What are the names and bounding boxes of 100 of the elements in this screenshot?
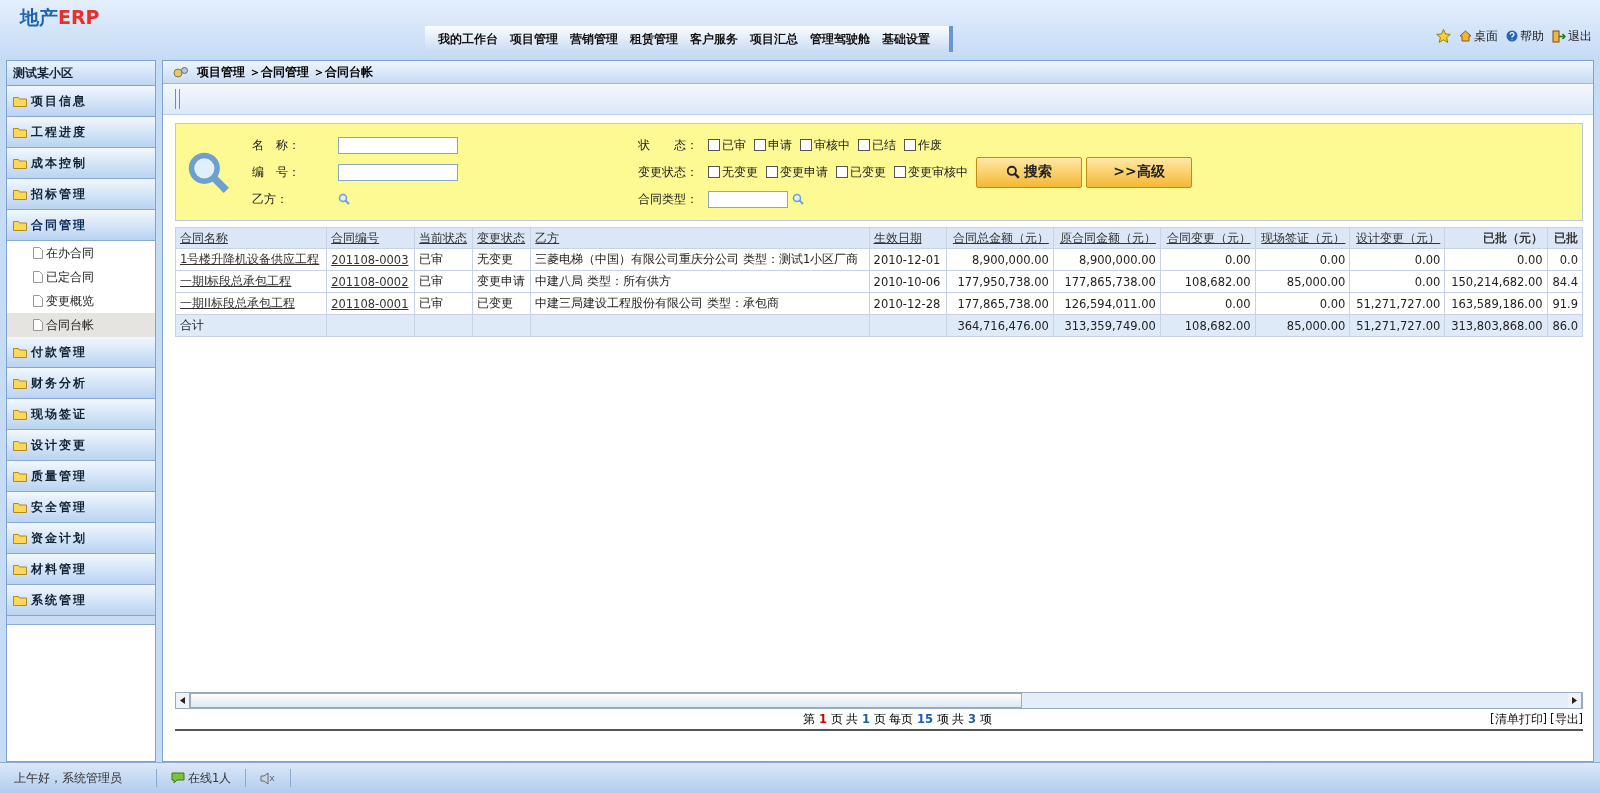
document-icon — [33, 247, 43, 259]
column-header[interactable]: 变更状态 — [472, 227, 531, 249]
table-link[interactable]: 一期II标段总承包工程 — [180, 296, 295, 310]
nav-tab[interactable]: 营销管理 — [565, 31, 623, 47]
folder-icon — [13, 439, 27, 451]
field-label: 合同类型： — [638, 191, 699, 207]
change-checkbox[interactable]: 变更申请 — [766, 164, 828, 180]
column-header[interactable]: 现场签证（元） — [1255, 227, 1350, 249]
folder-icon — [13, 594, 27, 606]
search-button[interactable]: >>高级 — [1086, 156, 1192, 188]
folder-icon — [13, 563, 27, 575]
sidebar-group[interactable]: 成本控制 — [7, 148, 155, 179]
sidebar-group[interactable]: 财务分析 — [7, 368, 155, 399]
column-header[interactable]: 合同变更（元） — [1160, 227, 1256, 249]
input-field[interactable] — [338, 163, 458, 181]
table-link[interactable]: 一期I标段总承包工程 — [180, 274, 292, 288]
input-field[interactable] — [708, 190, 788, 208]
nav-tab[interactable]: 基础设置 — [877, 31, 935, 47]
horizontal-scrollbar[interactable] — [175, 692, 1583, 709]
folder-icon — [13, 470, 27, 482]
table-cell: 中建八局 类型：所有供方 — [530, 270, 870, 293]
column-header[interactable]: 已批 — [1547, 227, 1583, 249]
column-header[interactable]: 当前状态 — [414, 227, 473, 249]
breadcrumb: 项目管理 ＞合同管理 ＞合同台帐 — [197, 64, 373, 80]
nav-tab[interactable]: 项目管理 — [505, 31, 563, 47]
folder-icon — [13, 346, 27, 358]
speaker-icon[interactable] — [260, 771, 277, 785]
document-icon — [33, 319, 43, 331]
pager-link[interactable]: [清单打印] — [1490, 711, 1547, 727]
column-header[interactable]: 生效日期 — [869, 227, 947, 249]
column-header[interactable]: 合同名称 — [175, 227, 327, 249]
status-checkbox[interactable]: 申请 — [754, 137, 792, 153]
chat-icon — [171, 772, 185, 784]
sidebar-group[interactable]: 质量管理 — [7, 461, 155, 492]
status-checkbox[interactable]: 已审 — [708, 137, 746, 153]
status-checkbox[interactable]: 审核中 — [800, 137, 850, 153]
field-label: 编 号： — [252, 164, 301, 180]
toolbar-grip — [175, 89, 180, 109]
sidebar-group[interactable]: 系统管理 — [7, 585, 155, 616]
folder-icon — [13, 219, 27, 231]
sidebar-group[interactable]: 付款管理 — [7, 337, 155, 368]
column-header[interactable]: 已批（元） — [1444, 227, 1548, 249]
star-icon[interactable] — [1436, 29, 1451, 43]
nav-tab[interactable]: 租赁管理 — [625, 31, 683, 47]
table-cell: 三菱电梯（中国）有限公司重庆分公司 类型：测试1小区厂商 — [530, 248, 870, 271]
sidebar-group[interactable]: 招标管理 — [7, 179, 155, 210]
folder-icon — [13, 126, 27, 138]
nav-tab[interactable]: 客户服务 — [685, 31, 743, 47]
search-button[interactable]: 搜索 — [976, 156, 1082, 188]
change-checkbox[interactable]: 已变更 — [836, 164, 886, 180]
nav-tab[interactable]: 我的工作台 — [433, 31, 503, 47]
header-link[interactable]: 桌面 — [1459, 28, 1498, 44]
field-label: 变更状态： — [638, 164, 699, 180]
gears-icon — [173, 65, 189, 79]
nav-tab[interactable]: 项目汇总 — [745, 31, 803, 47]
column-header[interactable]: 设计变更（元） — [1349, 227, 1445, 249]
folder-icon — [13, 377, 27, 389]
search-icon — [338, 193, 350, 205]
folder-icon — [13, 188, 27, 200]
sidebar-group[interactable]: 工程进度 — [7, 117, 155, 148]
table-link[interactable]: 1号楼升降机设备供应工程 — [180, 252, 320, 266]
table-link[interactable]: 201108-0003 — [331, 252, 409, 267]
search-icon — [186, 150, 230, 194]
exit-icon — [1552, 29, 1566, 43]
folder-icon — [13, 532, 27, 544]
column-header[interactable]: 合同总金额（元） — [946, 227, 1054, 249]
left-arrow-icon[interactable] — [180, 697, 185, 704]
search-icon — [1006, 165, 1020, 179]
sidebar-group[interactable]: 安全管理 — [7, 492, 155, 523]
folder-icon — [13, 95, 27, 107]
pager-link[interactable]: [导出] — [1550, 711, 1583, 727]
change-checkbox[interactable]: 变更审核中 — [894, 164, 968, 180]
status-checkbox[interactable]: 已结 — [858, 137, 896, 153]
sidebar-group[interactable]: 项目信息 — [7, 86, 155, 117]
column-header[interactable]: 原合同金额（元） — [1053, 227, 1161, 249]
sidebar-group[interactable]: 现场签证 — [7, 399, 155, 430]
table-cell: 中建三局建设工程股份有限公司 类型：承包商 — [530, 292, 870, 315]
pagination-text: 第 1 页 共 1 页 每页 15 项 共 3 项 — [802, 711, 992, 727]
header-link[interactable]: 退出 — [1552, 28, 1592, 44]
nav-tab[interactable]: 管理驾驶舱 — [805, 31, 875, 47]
header-link[interactable]: 帮助 — [1506, 28, 1544, 44]
total-cell: 合计 — [175, 314, 327, 337]
help-icon — [1506, 30, 1518, 42]
field-label: 名 称： — [252, 137, 301, 153]
sidebar-group[interactable]: 材料管理 — [7, 554, 155, 585]
column-header[interactable]: 乙方 — [530, 227, 870, 249]
status-checkbox[interactable]: 作废 — [904, 137, 942, 153]
input-field[interactable] — [338, 136, 458, 154]
sidebar-group[interactable]: 资金计划 — [7, 523, 155, 554]
table-link[interactable]: 201108-0002 — [331, 274, 409, 289]
right-arrow-icon[interactable] — [1572, 697, 1577, 704]
sidebar-group[interactable]: 设计变更 — [7, 430, 155, 461]
document-icon — [33, 295, 43, 307]
sidebar-group[interactable]: 合同管理 — [7, 210, 155, 241]
column-header[interactable]: 合同编号 — [326, 227, 415, 249]
folder-icon — [13, 157, 27, 169]
table-link[interactable]: 201108-0001 — [331, 296, 409, 311]
sidebar-grip[interactable] — [7, 616, 155, 625]
change-checkbox[interactable]: 无变更 — [708, 164, 758, 180]
sidebar-item[interactable]: 合同台帐 — [7, 313, 155, 337]
